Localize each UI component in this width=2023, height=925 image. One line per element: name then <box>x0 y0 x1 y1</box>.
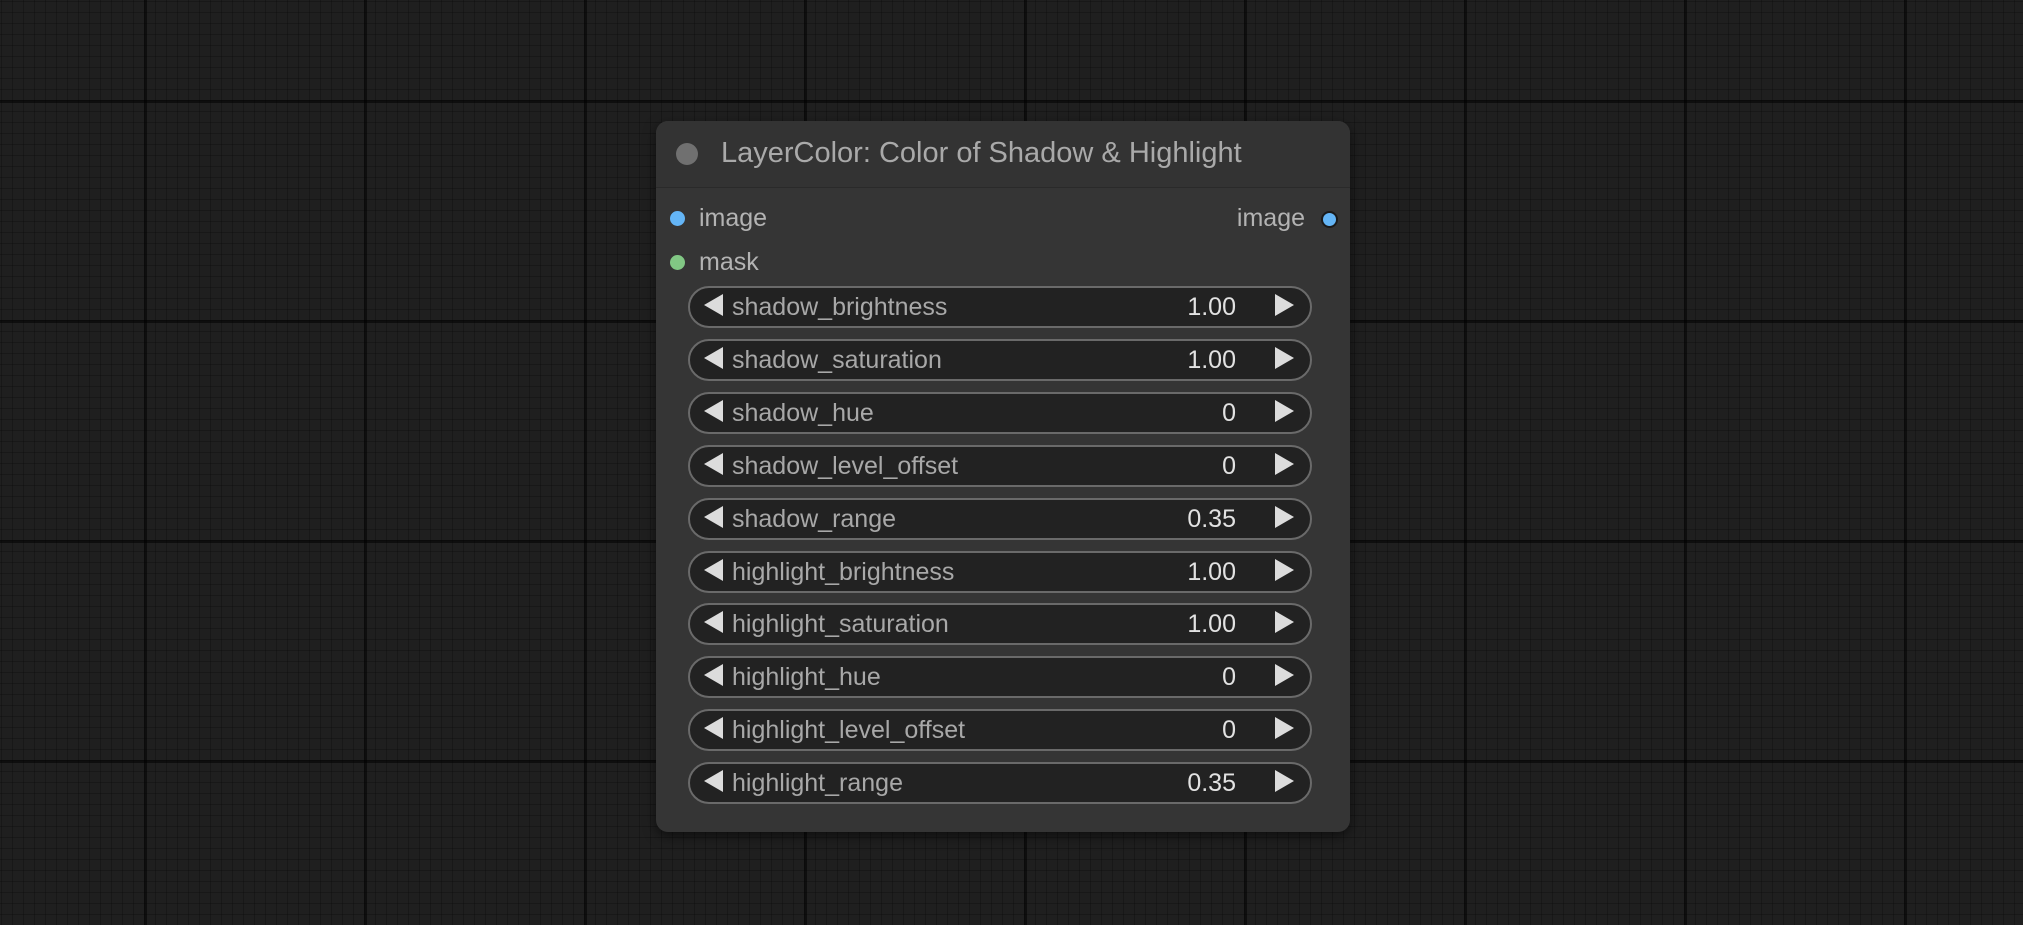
slot-row-image: image image <box>656 199 1350 239</box>
increment-arrow-icon[interactable] <box>1275 347 1294 369</box>
increment-arrow-icon[interactable] <box>1275 453 1294 475</box>
widget-highlight-level-offset[interactable]: highlight_level_offset 0 <box>688 709 1312 751</box>
widget-value[interactable]: 0 <box>1222 399 1236 428</box>
output-slot-image-label: image <box>1236 204 1305 232</box>
widget-shadow-level-offset[interactable]: shadow_level_offset 0 <box>688 445 1312 487</box>
collapse-icon[interactable] <box>676 143 698 165</box>
widget-value[interactable]: 1.00 <box>1187 346 1236 375</box>
input-slot-image-label: image <box>699 204 768 232</box>
widget-value[interactable]: 0 <box>1222 716 1236 745</box>
decrement-arrow-icon[interactable] <box>704 400 723 422</box>
decrement-arrow-icon[interactable] <box>704 506 723 528</box>
node-title: LayerColor: Color of Shadow & Highlight <box>721 137 1242 169</box>
input-slot-image-dot[interactable] <box>670 211 685 226</box>
widget-label: highlight_brightness <box>732 558 955 586</box>
widget-shadow-hue[interactable]: shadow_hue 0 <box>688 392 1312 434</box>
increment-arrow-icon[interactable] <box>1275 294 1294 316</box>
widget-highlight-range[interactable]: highlight_range 0.35 <box>688 762 1312 804</box>
widget-label: highlight_range <box>732 769 903 797</box>
increment-arrow-icon[interactable] <box>1275 664 1294 686</box>
decrement-arrow-icon[interactable] <box>704 559 723 581</box>
decrement-arrow-icon[interactable] <box>704 611 723 633</box>
node-layercolor-shadow-highlight[interactable]: LayerColor: Color of Shadow & Highlight … <box>656 121 1350 832</box>
increment-arrow-icon[interactable] <box>1275 559 1294 581</box>
decrement-arrow-icon[interactable] <box>704 664 723 686</box>
widget-value[interactable]: 0.35 <box>1187 505 1236 534</box>
decrement-arrow-icon[interactable] <box>704 770 723 792</box>
input-slot-mask-dot[interactable] <box>670 255 685 270</box>
increment-arrow-icon[interactable] <box>1275 400 1294 422</box>
increment-arrow-icon[interactable] <box>1275 611 1294 633</box>
input-slot-mask-label: mask <box>699 248 759 276</box>
widget-label: shadow_saturation <box>732 346 942 374</box>
widget-label: highlight_hue <box>732 663 881 691</box>
decrement-arrow-icon[interactable] <box>704 347 723 369</box>
increment-arrow-icon[interactable] <box>1275 717 1294 739</box>
decrement-arrow-icon[interactable] <box>704 294 723 316</box>
widget-label: shadow_level_offset <box>732 452 959 480</box>
widget-highlight-hue[interactable]: highlight_hue 0 <box>688 656 1312 698</box>
widget-value[interactable]: 0 <box>1222 452 1236 481</box>
widget-value[interactable]: 0.35 <box>1187 769 1236 798</box>
output-slot-image-dot[interactable] <box>1321 211 1338 228</box>
widget-highlight-saturation[interactable]: highlight_saturation 1.00 <box>688 603 1312 645</box>
widget-value[interactable]: 1.00 <box>1187 293 1236 322</box>
widget-shadow-brightness[interactable]: shadow_brightness 1.00 <box>688 286 1312 328</box>
widget-value[interactable]: 1.00 <box>1187 558 1236 587</box>
widget-label: highlight_saturation <box>732 610 949 638</box>
widget-label: shadow_hue <box>732 399 874 427</box>
widget-label: shadow_range <box>732 505 897 533</box>
slot-row-mask: mask <box>656 243 1350 283</box>
widget-shadow-saturation[interactable]: shadow_saturation 1.00 <box>688 339 1312 381</box>
widget-label: highlight_level_offset <box>732 716 966 744</box>
widget-highlight-brightness[interactable]: highlight_brightness 1.00 <box>688 551 1312 593</box>
widget-value[interactable]: 1.00 <box>1187 610 1236 639</box>
increment-arrow-icon[interactable] <box>1275 506 1294 528</box>
widget-shadow-range[interactable]: shadow_range 0.35 <box>688 498 1312 540</box>
increment-arrow-icon[interactable] <box>1275 770 1294 792</box>
widget-value[interactable]: 0 <box>1222 663 1236 692</box>
widget-label: shadow_brightness <box>732 293 948 321</box>
decrement-arrow-icon[interactable] <box>704 717 723 739</box>
decrement-arrow-icon[interactable] <box>704 453 723 475</box>
node-title-bar[interactable]: LayerColor: Color of Shadow & Highlight <box>656 121 1350 188</box>
